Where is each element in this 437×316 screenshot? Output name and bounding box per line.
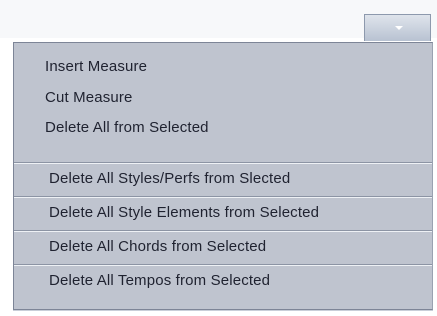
menu-item-delete-all-styles-perfs[interactable]: Delete All Styles/Perfs from Slected (14, 166, 432, 197)
menu-separator (14, 196, 432, 198)
menu-item-label: Insert Measure (45, 58, 148, 75)
menu-item-label: Delete All from Selected (45, 119, 209, 136)
menu-item-label: Cut Measure (45, 89, 133, 106)
menu-item-delete-all-from-selected[interactable]: Delete All from Selected (14, 115, 432, 146)
menu-item-delete-all-chords[interactable]: Delete All Chords from Selected (14, 234, 432, 265)
menu-item-label: Delete All Style Elements from Selected (49, 204, 320, 221)
chevron-down-icon (395, 26, 403, 30)
context-menu: Insert Measure Cut Measure Delete All fr… (13, 42, 433, 310)
menu-item-delete-all-tempos[interactable]: Delete All Tempos from Selected (14, 268, 432, 299)
menu-item-label: Delete All Tempos from Selected (49, 272, 271, 289)
menu-separator (14, 162, 432, 164)
menu-item-insert-measure[interactable]: Insert Measure (14, 54, 432, 85)
menu-separator (14, 230, 432, 232)
menu-item-delete-all-style-elements[interactable]: Delete All Style Elements from Selected (14, 200, 432, 231)
menu-dropdown-button[interactable] (364, 14, 431, 41)
menu-item-cut-measure[interactable]: Cut Measure (14, 85, 432, 116)
menu-separator (14, 264, 432, 266)
menu-item-label: Delete All Chords from Selected (49, 238, 267, 255)
menu-item-label: Delete All Styles/Perfs from Slected (49, 170, 291, 187)
